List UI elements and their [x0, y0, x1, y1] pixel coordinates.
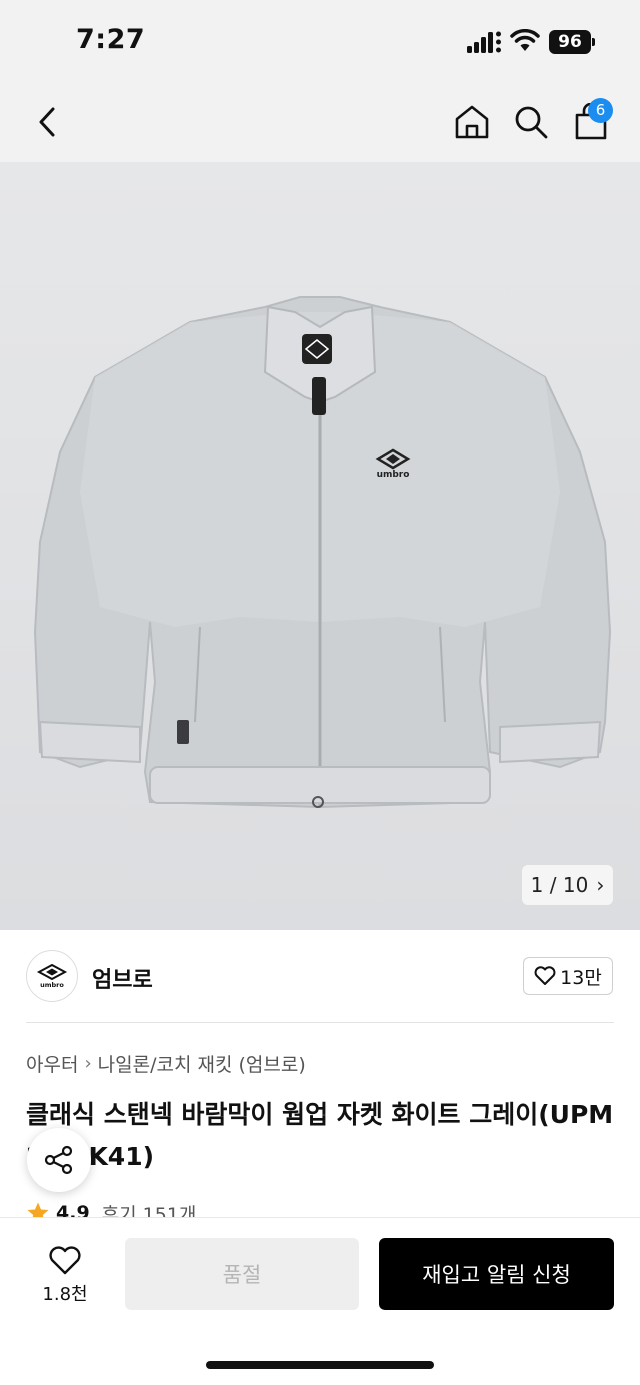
- image-page-indicator[interactable]: 1 / 10 ›: [522, 865, 613, 905]
- heart-icon: [49, 1245, 81, 1274]
- share-button[interactable]: [27, 1128, 91, 1192]
- svg-text:umbro: umbro: [40, 981, 64, 988]
- breadcrumb: 아우터 › 나일론/코치 재킷 (엄브로): [26, 1050, 306, 1077]
- search-icon: [515, 106, 548, 139]
- home-button[interactable]: [447, 82, 497, 162]
- svg-text:umbro: umbro: [377, 470, 410, 480]
- cart-count-badge: 6: [588, 98, 613, 123]
- brand-like-count: 13만: [560, 966, 602, 989]
- image-page-count: 1 / 10: [530, 873, 589, 897]
- chevron-right-icon: ›: [596, 873, 605, 897]
- status-bar: 7:27 96: [0, 0, 640, 82]
- brand-like-button[interactable]: 13만: [523, 957, 613, 995]
- battery-indicator: 96: [549, 30, 595, 54]
- cellular-signal-icon: [467, 31, 501, 53]
- wishlist-button[interactable]: 1.8천: [26, 1238, 104, 1313]
- brand-logo[interactable]: umbro: [26, 950, 78, 1002]
- heart-icon: [534, 966, 556, 985]
- umbro-logo-icon: umbro: [36, 964, 68, 988]
- share-icon: [44, 1145, 73, 1175]
- wifi-icon: [510, 29, 540, 51]
- product-photo-jacket: umbro: [33, 296, 612, 809]
- breadcrumb-subcategory[interactable]: 나일론/코치 재킷 (엄브로): [98, 1050, 306, 1077]
- brand-row: umbro 엄브로 13만: [0, 930, 640, 1024]
- restock-alert-button[interactable]: 재입고 알림 신청: [379, 1238, 614, 1310]
- wishlist-count: 1.8천: [42, 1283, 88, 1305]
- back-icon: [39, 107, 55, 137]
- divider: [26, 1022, 614, 1023]
- home-icon: [455, 105, 489, 139]
- cart-button[interactable]: [566, 82, 616, 162]
- product-image-gallery[interactable]: umbro 1 / 10 ›: [0, 162, 640, 930]
- soldout-button: 품절: [125, 1238, 359, 1310]
- product-title: 클래식 스탠넥 바람막이 웜업 자켓 화이트 그레이(UPM23CJK41): [26, 1100, 614, 1171]
- brand-name[interactable]: 엄브로: [92, 962, 153, 994]
- home-indicator: [206, 1361, 434, 1369]
- breadcrumb-category[interactable]: 아우터: [26, 1050, 78, 1077]
- back-button[interactable]: [22, 82, 72, 162]
- chevron-right-icon: ›: [84, 1053, 92, 1074]
- battery-level: 96: [549, 30, 591, 54]
- bottom-action-bar: 1.8천 품절 재입고 알림 신청: [0, 1217, 640, 1385]
- search-button[interactable]: [506, 82, 556, 162]
- top-navigation: [0, 82, 640, 162]
- status-time: 7:27: [76, 24, 146, 55]
